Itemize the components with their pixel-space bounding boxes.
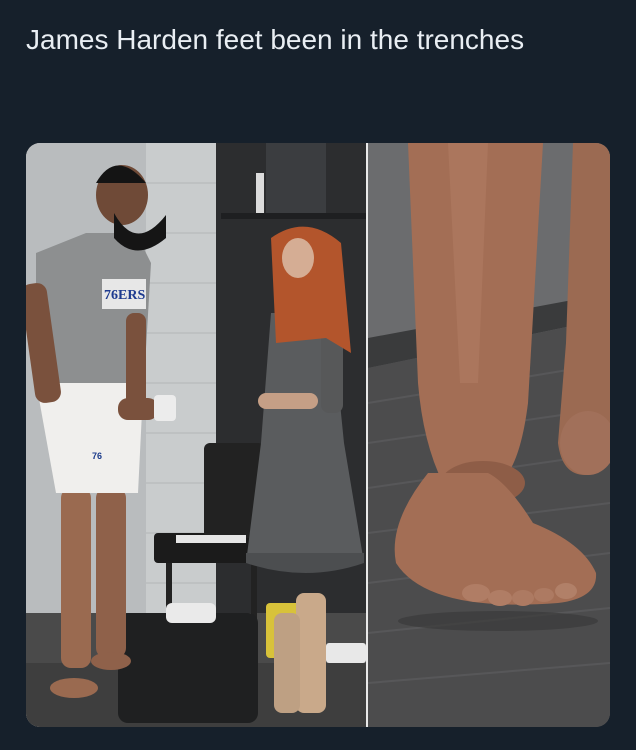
locker-room-photo: 76 76ERS bbox=[26, 143, 366, 727]
tweet-media[interactable]: 76 76ERS bbox=[26, 143, 610, 727]
feet-closeup-photo bbox=[368, 143, 610, 727]
tweet: James Harden feet been in the trenches 7… bbox=[0, 0, 636, 750]
tweet-caption: James Harden feet been in the trenches bbox=[26, 24, 525, 55]
jersey-text: 76ERS bbox=[104, 288, 145, 303]
shorts-number: 76 bbox=[92, 451, 102, 461]
